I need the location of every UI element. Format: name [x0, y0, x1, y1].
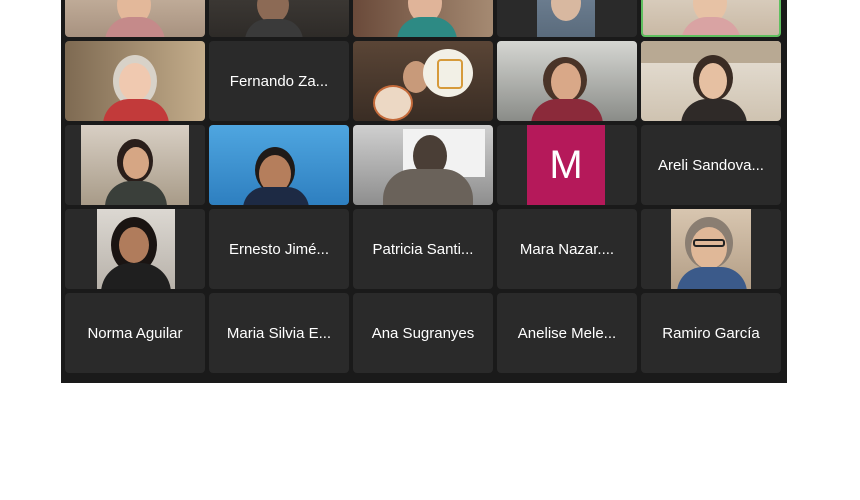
- video-tile[interactable]: Ernesto Jimé...: [209, 209, 349, 289]
- video-tile[interactable]: [641, 209, 781, 289]
- video-tile[interactable]: [641, 41, 781, 121]
- video-tile[interactable]: Patricia Santi...: [353, 209, 493, 289]
- participant-name: Areli Sandova...: [658, 156, 764, 174]
- participant-name: Mara Nazar....: [519, 240, 615, 258]
- participant-name: Ana Sugranyes: [371, 324, 475, 342]
- participant-avatar-letter: M: [527, 125, 605, 205]
- participant-name: Patricia Santi...: [372, 240, 474, 258]
- video-tile[interactable]: [65, 41, 205, 121]
- video-tile[interactable]: [209, 0, 349, 37]
- participant-name: Norma Aguilar: [87, 324, 183, 342]
- participant-name: Fernando Za...: [229, 72, 329, 90]
- active-speaker-tile[interactable]: [641, 0, 781, 37]
- video-tile[interactable]: Anelise Mele...: [497, 293, 637, 373]
- video-tile[interactable]: Areli Sandova...: [641, 125, 781, 205]
- video-gallery: Fernando Za... M Areli Sandova... Ernest…: [61, 0, 787, 383]
- video-tile[interactable]: [353, 125, 493, 205]
- video-tile[interactable]: Norma Aguilar: [65, 293, 205, 373]
- participant-name: Ramiro García: [662, 324, 760, 342]
- video-tile[interactable]: [65, 209, 205, 289]
- video-tile[interactable]: [497, 41, 637, 121]
- video-tile[interactable]: [353, 0, 493, 37]
- video-tile[interactable]: [353, 41, 493, 121]
- video-tile[interactable]: [497, 0, 637, 37]
- video-tile[interactable]: Maria Silvia E...: [209, 293, 349, 373]
- participant-name: Maria Silvia E...: [226, 324, 332, 342]
- video-tile[interactable]: Ramiro García: [641, 293, 781, 373]
- video-tile[interactable]: Fernando Za...: [209, 41, 349, 121]
- video-tile[interactable]: [209, 125, 349, 205]
- video-tile[interactable]: [65, 0, 205, 37]
- video-tile[interactable]: M: [497, 125, 637, 205]
- video-tile[interactable]: Ana Sugranyes: [353, 293, 493, 373]
- participant-name: Anelise Mele...: [517, 324, 617, 342]
- video-tile[interactable]: Mara Nazar....: [497, 209, 637, 289]
- video-tile[interactable]: [65, 125, 205, 205]
- participant-name: Ernesto Jimé...: [228, 240, 330, 258]
